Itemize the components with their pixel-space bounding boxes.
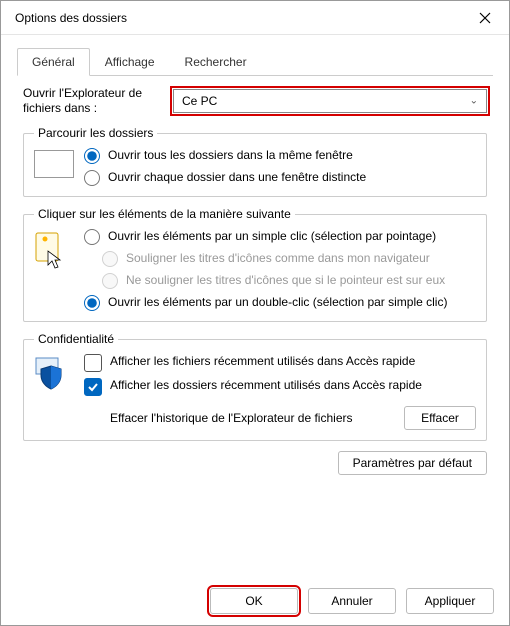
- titlebar: Options des dossiers: [1, 1, 509, 35]
- click-legend: Cliquer sur les éléments de la manière s…: [34, 207, 295, 221]
- checkbox-icon: [84, 354, 102, 372]
- apply-button[interactable]: Appliquer: [406, 588, 494, 614]
- tab-panel-general: Ouvrir l'Explorateur de fichiers dans : …: [17, 76, 493, 481]
- close-button[interactable]: [471, 4, 499, 32]
- clear-button[interactable]: Effacer: [404, 406, 476, 430]
- open-explorer-row: Ouvrir l'Explorateur de fichiers dans : …: [23, 86, 487, 116]
- checkbox-checked-icon: [84, 378, 102, 396]
- check-recent-folders[interactable]: Afficher les dossiers récemment utilisés…: [84, 378, 476, 396]
- open-explorer-label: Ouvrir l'Explorateur de fichiers dans :: [23, 86, 167, 116]
- chevron-down-icon: ⌄: [470, 96, 478, 107]
- open-explorer-combo[interactable]: Ce PC ⌄: [173, 89, 487, 113]
- folder-window-icon: [34, 148, 74, 178]
- cursor-click-icon: [34, 229, 74, 272]
- dialog-buttons: OK Annuler Appliquer: [16, 588, 494, 614]
- click-group: Cliquer sur les éléments de la manière s…: [23, 207, 487, 322]
- tab-search[interactable]: Rechercher: [170, 48, 262, 76]
- clear-history-label: Effacer l'historique de l'Explorateur de…: [110, 411, 394, 426]
- client-area: Général Affichage Rechercher Ouvrir l'Ex…: [1, 35, 509, 495]
- browse-legend: Parcourir les dossiers: [34, 126, 157, 140]
- radio-underline-browser: Souligner les titres d'icônes comme dans…: [102, 251, 476, 267]
- browse-group: Parcourir les dossiers Ouvrir tous les d…: [23, 126, 487, 197]
- radio-underline-hover: Ne souligner les titres d'icônes que si …: [102, 273, 476, 289]
- radio-same-window[interactable]: Ouvrir tous les dossiers dans la même fe…: [84, 148, 476, 164]
- cancel-button[interactable]: Annuler: [308, 588, 396, 614]
- privacy-group: Confidentialité Afficher les fichiers ré…: [23, 332, 487, 441]
- radio-single-click[interactable]: Ouvrir les éléments par un simple clic (…: [84, 229, 476, 245]
- restore-defaults-button[interactable]: Paramètres par défaut: [338, 451, 487, 475]
- ok-button[interactable]: OK: [210, 588, 298, 614]
- privacy-shield-icon: [34, 354, 74, 393]
- tab-view[interactable]: Affichage: [90, 48, 170, 76]
- open-explorer-value: Ce PC: [182, 94, 217, 108]
- check-recent-files[interactable]: Afficher les fichiers récemment utilisés…: [84, 354, 476, 372]
- tabstrip: Général Affichage Rechercher: [17, 47, 493, 76]
- tab-general[interactable]: Général: [17, 48, 90, 76]
- privacy-legend: Confidentialité: [34, 332, 118, 346]
- radio-distinct-window[interactable]: Ouvrir chaque dossier dans une fenêtre d…: [84, 170, 476, 186]
- radio-double-click[interactable]: Ouvrir les éléments par un double-clic (…: [84, 295, 476, 311]
- window-title: Options des dossiers: [15, 11, 471, 25]
- close-icon: [479, 12, 491, 24]
